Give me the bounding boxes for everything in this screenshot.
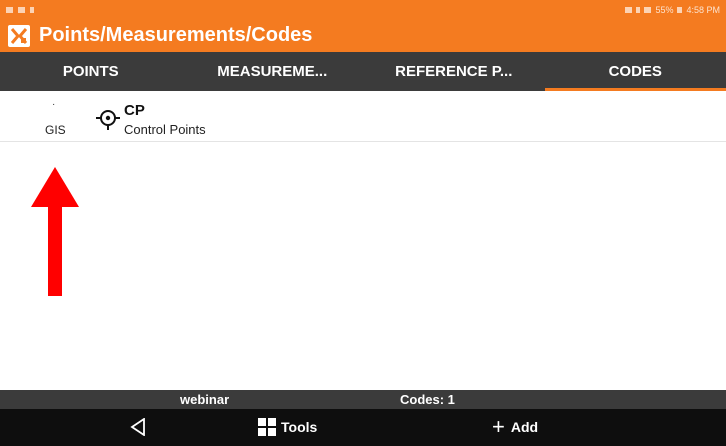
project-name: webinar xyxy=(180,392,230,407)
add-button[interactable]: + Add xyxy=(492,414,539,439)
tools-button[interactable]: Tools xyxy=(258,418,317,436)
tab-bar: POINTS MEASUREME... REFERENCE P... CODES xyxy=(0,52,726,91)
system-status-bar: 55% 4:58 PM xyxy=(0,0,726,19)
download-icon xyxy=(30,6,34,13)
tab-reference-points[interactable]: REFERENCE P... xyxy=(363,52,545,91)
clock: 4:58 PM xyxy=(686,4,720,15)
add-label: Add xyxy=(510,419,539,435)
red-arrow-up-icon xyxy=(31,167,79,296)
battery-icon xyxy=(677,6,683,13)
tab-measurements[interactable]: MEASUREME... xyxy=(182,52,364,91)
plus-icon: + xyxy=(492,414,505,439)
tab-points[interactable]: POINTS xyxy=(0,52,182,91)
code-dot: · xyxy=(52,99,56,110)
bottom-navigation: Tools + Add xyxy=(0,409,726,446)
info-bar: webinar Codes: 1 xyxy=(0,390,726,409)
status-left-icons xyxy=(6,6,34,13)
code-name: CP xyxy=(124,102,145,119)
crosshair-point-icon xyxy=(96,110,120,130)
list-item[interactable]: · GIS CP Control Points xyxy=(0,91,726,142)
code-description: Control Points xyxy=(124,122,206,137)
back-triangle-icon[interactable] xyxy=(130,418,146,436)
alarm-icon xyxy=(625,6,633,13)
notification-icon xyxy=(18,6,25,13)
battery-percent: 55% xyxy=(655,4,674,15)
page-title: Points/Measurements/Codes xyxy=(39,24,313,46)
tools-label: Tools xyxy=(281,419,318,435)
codes-count: Codes: 1 xyxy=(400,392,455,407)
bluetooth-icon xyxy=(636,6,641,13)
app-header: Points/Measurements/Codes xyxy=(0,19,726,52)
wifi-icon xyxy=(644,6,652,13)
grid-icon xyxy=(258,418,276,436)
code-group-label: GIS xyxy=(45,123,66,137)
tab-codes[interactable]: CODES xyxy=(544,52,726,91)
status-right-icons: 55% 4:58 PM xyxy=(625,5,720,15)
notification-icon xyxy=(6,6,13,13)
app-logo-icon[interactable] xyxy=(8,24,30,47)
codes-list: · GIS CP Control Points xyxy=(0,91,726,390)
